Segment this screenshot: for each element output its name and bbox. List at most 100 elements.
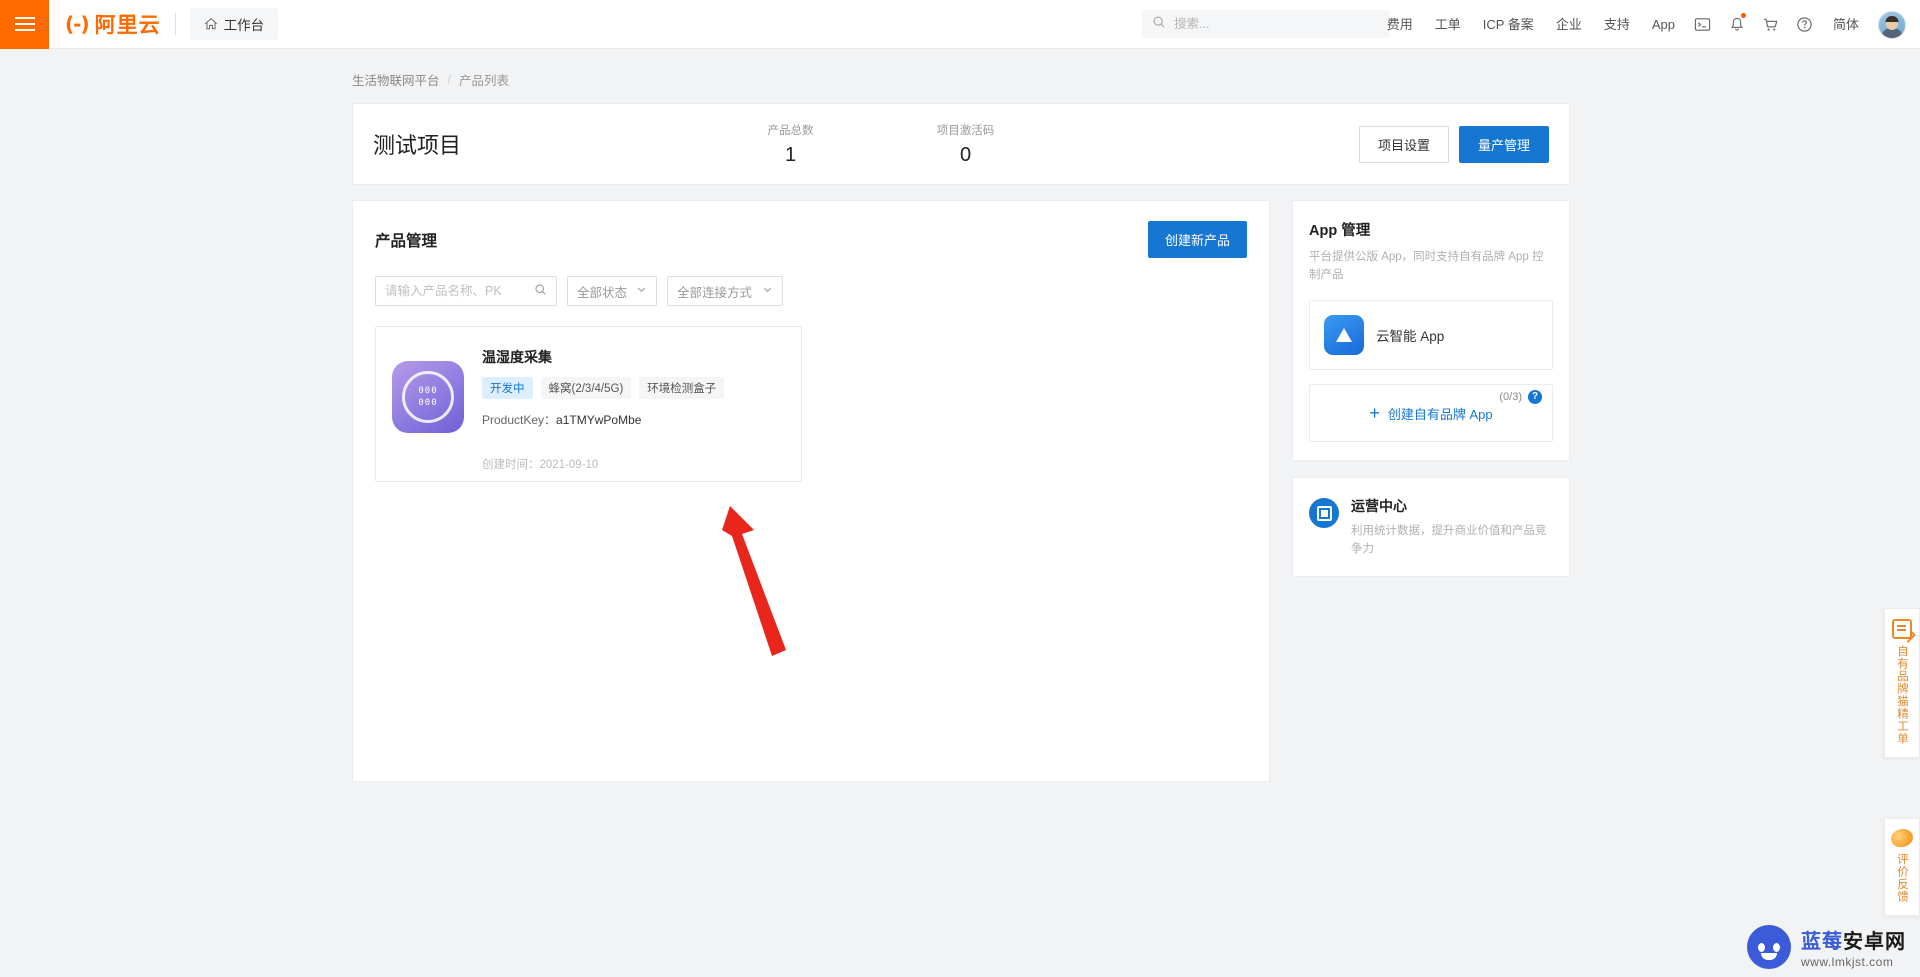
help-circle-icon[interactable] <box>1788 0 1822 49</box>
terminal-icon[interactable] <box>1686 0 1720 49</box>
hamburger-icon[interactable] <box>0 0 49 49</box>
stat-activation-code-value: 0 <box>959 143 972 166</box>
user-avatar[interactable] <box>1878 10 1906 39</box>
tag-connection-type: 蜂窝(2/3/4/5G) <box>540 377 632 399</box>
project-settings-button[interactable]: 项目设置 <box>1358 125 1449 163</box>
breadcrumb-root[interactable]: 生活物联网平台 <box>352 70 440 89</box>
filter-bar: 全部状态 全部连接方式 <box>353 258 1269 306</box>
tag-category: 环境检测盒子 <box>639 377 725 399</box>
nav-item-icp[interactable]: ICP 备案 <box>1472 0 1545 49</box>
rail-feedback[interactable]: 评价反馈 <box>1884 818 1920 916</box>
operations-center-title: 运营中心 <box>1351 498 1407 514</box>
operations-center-description: 利用统计数据，提升商业价值和产品竞争力 <box>1351 525 1547 555</box>
ticket-check-icon <box>1892 619 1912 639</box>
nav-item-cost[interactable]: 费用 <box>1376 0 1424 49</box>
nav-item-ticket[interactable]: 工单 <box>1424 0 1472 49</box>
aliyun-mark-icon: (-) <box>65 12 90 36</box>
connection-filter-select[interactable]: 全部连接方式 <box>667 276 783 306</box>
stat-product-total: 产品总数 1 <box>703 122 878 167</box>
create-brand-app-button[interactable]: (0/3) ? + 创建自有品牌 App <box>1309 384 1553 442</box>
page-title: 测试项目 <box>373 133 462 158</box>
watermark-title-part2: 安卓网 <box>1843 931 1906 953</box>
language-selector[interactable]: 简体 <box>1822 0 1870 49</box>
product-created-time: 创建时间：2021-09-10 <box>482 459 599 471</box>
operations-center-glyph <box>1316 505 1332 521</box>
watermark-title: 蓝莓安卓网 <box>1801 925 1906 954</box>
avatar-hair <box>1885 15 1899 22</box>
search-icon <box>1152 15 1166 34</box>
product-key-row: ProductKey：a1TMYwPoMbe <box>482 411 724 428</box>
panel-header: 产品管理 创建新产品 <box>353 201 1269 258</box>
project-action-buttons: 项目设置 量产管理 <box>1358 125 1549 163</box>
product-search-input[interactable] <box>385 284 525 298</box>
status-badge: 开发中 <box>482 377 533 399</box>
bell-notification-badge <box>1740 13 1746 18</box>
app-management-card: App 管理 平台提供公版 App，同时支持自有品牌 App 控制产品 云智能 … <box>1292 200 1570 461</box>
logo-eye-left <box>1758 943 1765 952</box>
breadcrumb-current: 产品列表 <box>459 74 510 88</box>
rail-feedback-label: 评价反馈 <box>1896 853 1908 903</box>
watermark-text: 蓝莓安卓网 www.lmkjst.com <box>1801 925 1906 969</box>
sensor-product-icon: 000 000 <box>392 361 464 433</box>
aliyun-logo[interactable]: (-) 阿里云 <box>65 0 161 49</box>
nav-item-app[interactable]: App <box>1641 0 1686 49</box>
right-sidebar: App 管理 平台提供公版 App，同时支持自有品牌 App 控制产品 云智能 … <box>1292 200 1570 577</box>
global-search[interactable] <box>1142 10 1390 38</box>
product-key-label: ProductKey： <box>482 413 557 427</box>
product-name: 温湿度采集 <box>482 349 552 365</box>
create-product-button[interactable]: 创建新产品 <box>1147 221 1247 258</box>
panel-title: 产品管理 <box>375 232 438 250</box>
product-icon-digits-bottom: 000 <box>418 398 438 408</box>
workbench-label: 工作台 <box>223 18 265 33</box>
product-key-value: a1TMYwPoMbe <box>556 413 642 427</box>
chevron-down-icon <box>636 284 647 298</box>
aliyun-brand-text: 阿里云 <box>94 14 161 37</box>
operations-center-card[interactable]: 运营中心 利用统计数据，提升商业价值和产品竞争力 <box>1292 477 1570 577</box>
stat-product-total-label: 产品总数 <box>767 124 814 137</box>
cart-icon[interactable] <box>1754 0 1788 49</box>
product-search-field[interactable] <box>375 276 557 306</box>
bell-icon[interactable] <box>1720 0 1754 49</box>
app-management-title: App 管理 <box>1309 223 1371 239</box>
watermark-url: www.lmkjst.com <box>1801 955 1894 969</box>
breadcrumb-separator: / <box>447 72 451 87</box>
watermark: 蓝莓安卓网 www.lmkjst.com <box>1747 925 1906 969</box>
workbench-button[interactable]: 工作台 <box>189 8 279 40</box>
product-management-panel: 产品管理 创建新产品 全部状态 全部连接方式 <box>352 200 1270 782</box>
rail-brand-ticket-label: 自有品牌猫精工单 <box>1896 645 1908 745</box>
search-input[interactable] <box>1174 17 1380 31</box>
project-header-card: 测试项目 产品总数 1 项目激活码 0 项目设置 量产管理 <box>352 103 1570 185</box>
nav-item-enterprise[interactable]: 企业 <box>1545 0 1593 49</box>
app-management-description: 平台提供公版 App，同时支持自有品牌 App 控制产品 <box>1309 251 1544 281</box>
logo-mouth <box>1761 953 1777 960</box>
cloud-intelligence-app-row[interactable]: 云智能 App <box>1309 300 1553 370</box>
blueberry-android-logo <box>1747 925 1791 969</box>
home-icon <box>204 17 218 31</box>
app-page: (-) 阿里云 工作台 费用 工单 ICP 备案 企业 支持 App <box>0 0 1920 977</box>
create-brand-app-counter: (0/3) <box>1499 391 1522 403</box>
stat-product-total-value: 1 <box>784 143 797 166</box>
top-navigation-bar: (-) 阿里云 工作台 费用 工单 ICP 备案 企业 支持 App <box>0 0 1920 49</box>
product-info: 温湿度采集 开发中 蜂窝(2/3/4/5G) 环境检测盒子 ProductKey… <box>482 345 725 471</box>
app-logo-arrow <box>1336 328 1352 342</box>
chevron-down-icon <box>762 284 773 298</box>
stat-activation-code-label: 项目激活码 <box>936 124 995 137</box>
cloud-intelligence-app-icon <box>1324 315 1364 355</box>
help-icon[interactable]: ? <box>1528 390 1542 404</box>
rail-brand-ticket[interactable]: 自有品牌猫精工单 <box>1884 608 1920 758</box>
connection-filter-value: 全部连接方式 <box>677 285 753 300</box>
status-filter-value: 全部状态 <box>577 285 628 300</box>
status-filter-select[interactable]: 全部状态 <box>567 276 657 306</box>
search-icon[interactable] <box>534 283 547 299</box>
operations-center-text: 运营中心 利用统计数据，提升商业价值和产品竞争力 <box>1351 496 1553 558</box>
operations-center-icon <box>1309 498 1339 528</box>
watermark-title-part1: 蓝莓 <box>1801 931 1843 953</box>
nav-item-support[interactable]: 支持 <box>1593 0 1641 49</box>
product-icon-digits-top: 000 <box>418 386 438 396</box>
logo-ear-right <box>1772 927 1784 938</box>
feedback-egg-icon <box>1889 826 1915 850</box>
product-card[interactable]: 000 000 温湿度采集 开发中 蜂窝(2/3/4/5G) 环境检测盒子 Pr… <box>375 326 802 482</box>
product-grid: 000 000 温湿度采集 开发中 蜂窝(2/3/4/5G) 环境检测盒子 Pr… <box>353 306 1269 482</box>
mass-production-button[interactable]: 量产管理 <box>1458 125 1549 163</box>
cloud-intelligence-app-label: 云智能 App <box>1376 329 1445 344</box>
